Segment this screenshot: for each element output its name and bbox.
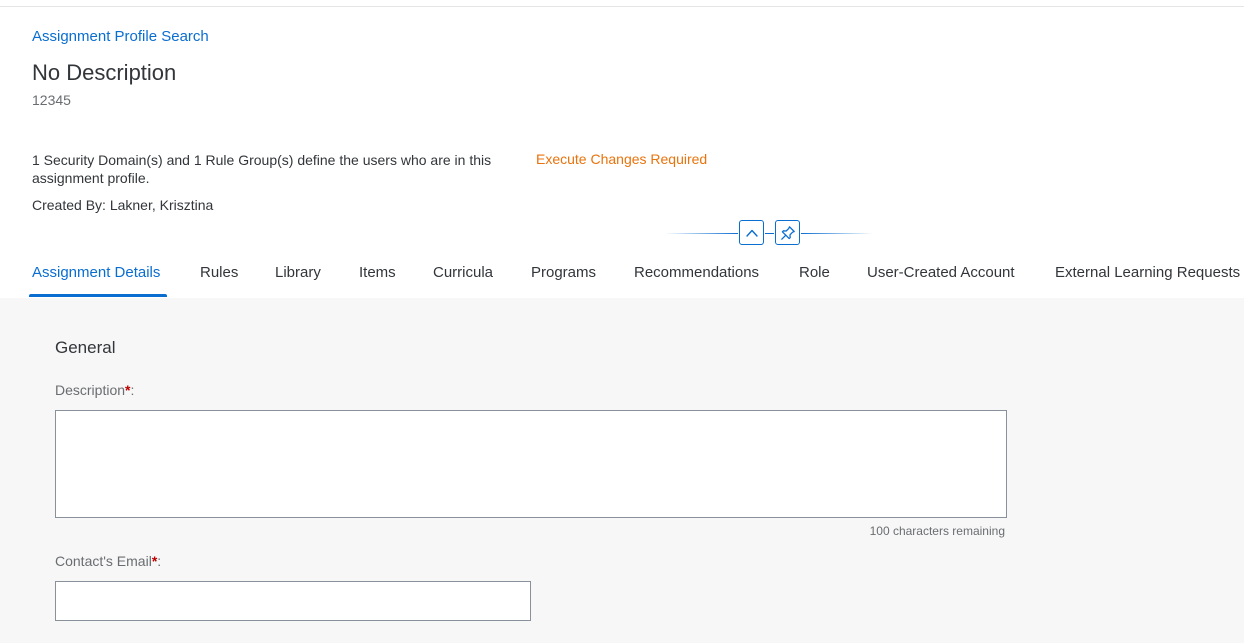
created-by-text: Created By: Lakner, Krisztina <box>32 197 214 213</box>
tab-items[interactable]: Items <box>359 264 396 281</box>
tab-library[interactable]: Library <box>275 264 321 281</box>
assignment-details-panel: General Description*: 100 characters rem… <box>0 298 1244 643</box>
email-label-text: Contact's Email <box>55 553 152 569</box>
pin-header-button[interactable] <box>775 220 800 245</box>
page-subtitle: 12345 <box>32 92 71 108</box>
tab-assignment-details[interactable]: Assignment Details <box>32 264 160 281</box>
chevron-up-icon <box>745 229 758 237</box>
tab-external-learning-requests[interactable]: External Learning Requests <box>1055 264 1240 281</box>
tab-curricula[interactable]: Curricula <box>433 264 493 281</box>
description-char-counter: 100 characters remaining <box>869 524 1005 538</box>
tab-recommendations[interactable]: Recommendations <box>634 264 759 281</box>
header-divider-right <box>801 233 873 234</box>
active-tab-indicator <box>29 294 167 297</box>
description-label-suffix: : <box>130 382 135 398</box>
collapse-header-button[interactable] <box>739 220 764 245</box>
top-rule <box>0 6 1244 7</box>
tab-programs[interactable]: Programs <box>531 264 596 281</box>
contact-email-input[interactable] <box>55 581 531 621</box>
tab-bar: Assignment Details Rules Library Items C… <box>0 256 1244 298</box>
tab-user-created-account[interactable]: User-Created Account <box>867 264 1015 281</box>
header-divider-middle <box>765 233 774 234</box>
breadcrumb-assignment-profile-search[interactable]: Assignment Profile Search <box>32 28 209 45</box>
page-title: No Description <box>32 60 177 85</box>
pin-icon <box>780 225 795 240</box>
description-textarea[interactable] <box>55 410 1007 518</box>
header-divider-left <box>665 233 738 234</box>
tab-rules[interactable]: Rules <box>200 264 238 281</box>
description-label-text: Description <box>55 382 126 398</box>
summary-text: 1 Security Domain(s) and 1 Rule Group(s)… <box>32 152 492 186</box>
status-text: Execute Changes Required <box>536 151 708 167</box>
tab-role[interactable]: Role <box>799 264 830 281</box>
section-title-general: General <box>55 338 116 357</box>
description-label: Description*: <box>55 382 134 398</box>
email-label-suffix: : <box>157 553 162 569</box>
email-label: Contact's Email*: <box>55 553 161 569</box>
